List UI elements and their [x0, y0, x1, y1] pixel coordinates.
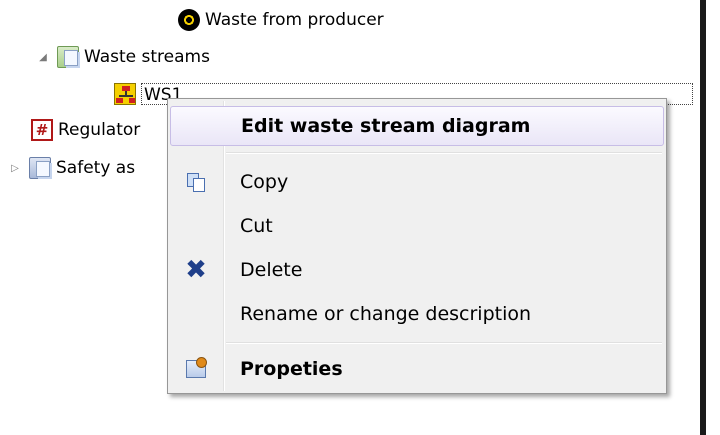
menu-item-cut[interactable]: Cut [170, 206, 664, 246]
menu-item-label: Delete [240, 259, 303, 281]
menu-item-delete[interactable]: ✖ Delete [170, 250, 664, 290]
menu-icon-slot [170, 162, 222, 202]
tree-item-waste-from-producer[interactable]: Waste from producer [178, 6, 384, 34]
menu-item-label: Propeties [240, 358, 343, 380]
menu-icon-slot [170, 349, 222, 389]
screen: Waste from producer ◢ Waste streams WS1 … [0, 0, 720, 435]
menu-item-rename[interactable]: Rename or change description [170, 294, 664, 334]
panel-edge [706, 0, 720, 435]
menu-item-properties[interactable]: Propeties [170, 349, 664, 389]
menu-item-label: Cut [240, 215, 273, 237]
menu-icon-slot [170, 206, 222, 246]
hash-icon: # [31, 119, 53, 141]
tree-item-label: Waste streams [84, 47, 210, 67]
menu-icon-slot [170, 294, 222, 334]
menu-separator [226, 152, 662, 154]
tree-item-label: Regulator [58, 120, 141, 140]
diagram-icon [114, 83, 136, 105]
menu-item-edit-diagram[interactable]: Edit waste stream diagram [170, 106, 664, 146]
menu-item-label: Edit waste stream diagram [241, 115, 531, 137]
expand-arrow-icon[interactable]: ◢ [37, 51, 49, 63]
properties-icon [186, 357, 207, 378]
tree-item-label: Safety as [56, 158, 136, 178]
folder-icon [29, 157, 51, 179]
context-menu: Edit waste stream diagram Copy Cut ✖ Del… [167, 98, 667, 394]
menu-item-label: Copy [240, 171, 289, 193]
tree-item-regulator[interactable]: # Regulator [31, 116, 140, 144]
menu-item-copy[interactable]: Copy [170, 162, 664, 202]
copy-icon [187, 173, 205, 192]
folder-icon [57, 46, 79, 68]
menu-icon-slot [171, 106, 223, 146]
menu-icon-slot: ✖ [170, 250, 222, 290]
tree-item-label: Waste from producer [205, 10, 384, 30]
radiation-icon [178, 9, 200, 31]
menu-item-label: Rename or change description [240, 303, 532, 325]
delete-icon: ✖ [185, 255, 207, 285]
tree-item-waste-streams[interactable]: ◢ Waste streams [37, 43, 210, 71]
tree-item-safety[interactable]: ▷ Safety as [9, 154, 135, 182]
menu-separator [226, 342, 662, 344]
expand-arrow-icon[interactable]: ▷ [9, 162, 21, 174]
